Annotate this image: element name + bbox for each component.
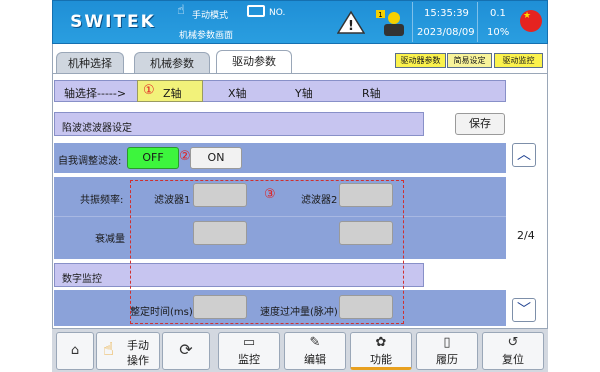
tab-machine-params[interactable]: 机械参数 <box>134 52 210 74</box>
svg-text:!: ! <box>348 19 354 34</box>
refresh-icon: ⟳ <box>179 340 193 359</box>
operate-label: 操作 <box>127 354 149 367</box>
axis-y-button[interactable]: Y轴 <box>295 85 313 101</box>
history-label: 履历 <box>436 353 458 366</box>
screen-name: 机械参数画面 <box>179 31 234 41</box>
axis-r-button[interactable]: R轴 <box>362 85 381 101</box>
axis-x-button[interactable]: X轴 <box>228 85 247 101</box>
language-flag-icon[interactable]: ★ <box>520 10 542 32</box>
monitor-button[interactable]: ▭ 监控 <box>218 332 280 370</box>
brand-logo: SWITEK <box>70 12 156 32</box>
panel-border-right <box>547 44 548 328</box>
manual-operate-button[interactable]: ☝ 手动 操作 <box>96 332 160 370</box>
reset-button[interactable]: ↺ 复位 <box>482 332 544 370</box>
axis-z-button[interactable]: ① Z轴 <box>137 80 203 102</box>
axis-z-label: Z轴 <box>163 87 182 100</box>
notch-section-title: 陷波滤波器设定 <box>62 123 132 134</box>
save-button[interactable]: 保存 <box>455 113 505 135</box>
panel-border-left <box>52 44 53 328</box>
monitor-icon: ▭ <box>242 335 256 350</box>
tab-model-select[interactable]: 机种选择 <box>56 52 124 74</box>
self-adjust-row <box>54 143 506 173</box>
operator-icon: 1 <box>376 8 406 38</box>
marker-1: ① <box>143 83 155 98</box>
page-indicator: 2/4 <box>517 229 535 242</box>
reset-icon: ↺ <box>507 335 519 350</box>
home-icon: ⌂ <box>70 343 80 358</box>
warning-icon[interactable]: ! <box>336 10 366 34</box>
speed-value: 0.1 <box>490 8 506 19</box>
self-adjust-label: 自我调整滤波: <box>58 156 122 167</box>
function-label: 功能 <box>370 353 392 366</box>
header-divider <box>412 2 413 42</box>
drive-monitor-button[interactable]: 驱动监控 <box>494 53 543 68</box>
simple-setup-button[interactable]: 简易设定 <box>447 53 492 68</box>
speed-percent: 10% <box>487 27 510 38</box>
scroll-up-button[interactable]: ︿ <box>512 143 536 167</box>
annotation-box <box>130 180 404 324</box>
history-button[interactable]: ▯ 履历 <box>416 332 478 370</box>
attenuation-label: 衰减量 <box>95 234 125 245</box>
reset-label: 复位 <box>502 353 524 366</box>
marker-2: ② <box>179 149 191 164</box>
edit-label: 编辑 <box>304 353 326 366</box>
svg-text:1: 1 <box>378 11 382 19</box>
function-button[interactable]: ✿ 功能 <box>350 332 412 370</box>
manual-label: 手动 <box>127 339 149 352</box>
home-button[interactable]: ⌂ <box>56 332 94 370</box>
hand-pointer-icon: ☝ <box>103 339 114 360</box>
header-divider <box>477 2 478 42</box>
file-label: NO. <box>269 8 286 18</box>
folder-icon <box>247 5 265 17</box>
resonance-label: 共振频率: <box>80 195 124 206</box>
mode-label: 手动模式 <box>192 11 229 21</box>
document-icon: ▯ <box>443 335 451 350</box>
axis-select-label: 轴选择-----> <box>64 87 127 100</box>
gear-icon: ✿ <box>375 335 387 350</box>
tab-underline <box>52 73 548 74</box>
monitor-section-title: 数字监控 <box>62 274 102 285</box>
cycle-button[interactable]: ⟳ <box>162 332 210 370</box>
scroll-down-button[interactable]: ﹀ <box>512 298 536 322</box>
tab-drive-params[interactable]: 驱动参数 <box>216 50 292 74</box>
clock-time: 15:35:39 <box>424 8 469 19</box>
hand-icon: ☝ <box>177 3 185 18</box>
edit-icon: ✎ <box>309 335 321 350</box>
clock-date: 2023/08/09 <box>417 27 475 38</box>
monitor-label: 监控 <box>238 353 260 366</box>
driver-params-button[interactable]: 驱动器参数 <box>395 53 446 68</box>
off-button[interactable]: OFF <box>127 147 179 169</box>
edit-button[interactable]: ✎ 编辑 <box>284 332 346 370</box>
on-button[interactable]: ON <box>190 147 242 169</box>
